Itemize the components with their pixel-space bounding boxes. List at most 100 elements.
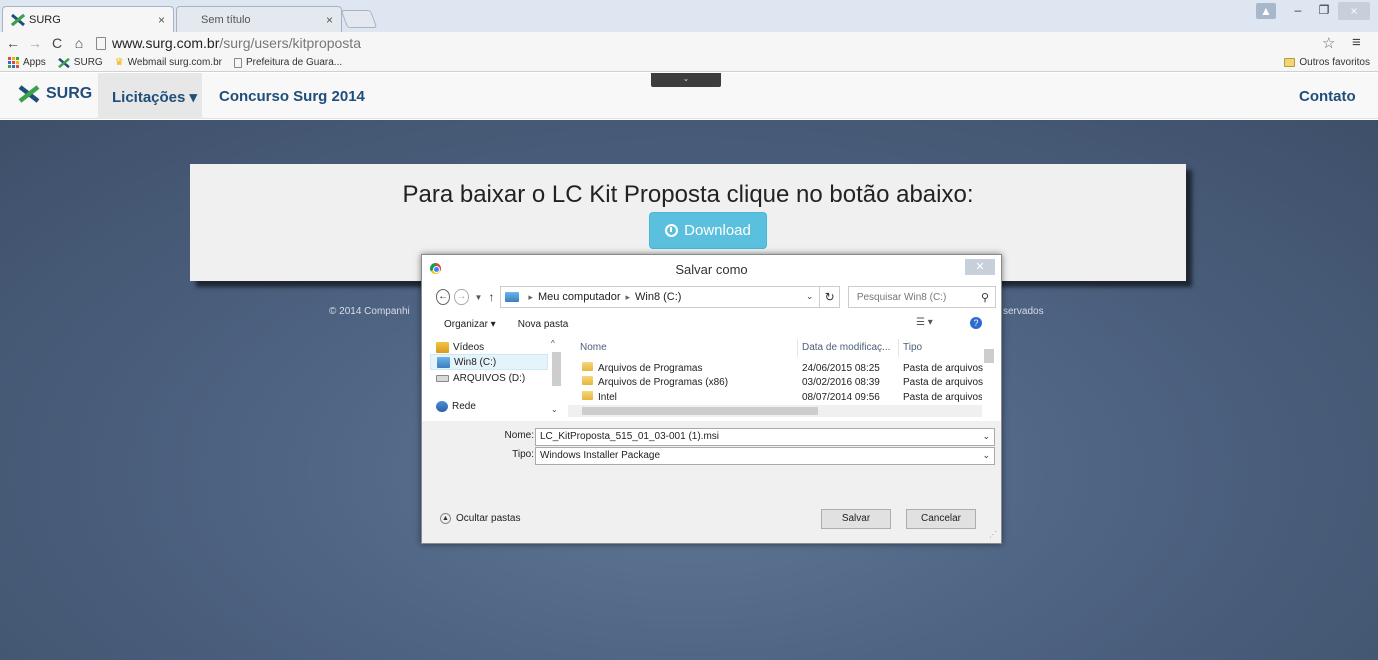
bookmark-label: SURG [73,57,103,68]
file-list-vscrollbar[interactable] [982,339,996,405]
path-bar[interactable]: ▸ Meu computador ▸ Win8 (C:) ⌄ [500,286,821,308]
nav-item-label: Vídeos [453,341,485,353]
chevron-down-icon[interactable]: ⌄ [806,291,814,302]
search-icon[interactable]: ⚲ [981,291,989,304]
reload-icon[interactable]: C [48,35,66,51]
help-icon[interactable]: ? [970,317,982,329]
file-list: Nome Data de modificaç... Tipo Arquivos … [568,339,998,417]
bookmark-webmail[interactable]: ♛ Webmail surg.com.br [115,57,222,68]
address-bar[interactable]: www.surg.com.br/surg/users/kitproposta [96,35,361,51]
organize-menu[interactable]: Organizar ▾ [444,319,496,330]
forward-icon[interactable]: → [454,289,469,305]
brand-logo[interactable]: SURG [18,85,92,103]
column-header-type[interactable]: Tipo [903,339,922,357]
new-tab-button[interactable] [340,10,378,28]
dialog-close-button[interactable]: ✕ [965,259,995,275]
breadcrumb-computer[interactable]: Meu computador [538,291,621,303]
videos-folder-icon [436,341,449,353]
download-icon [665,224,679,237]
crown-icon: ♛ [114,57,124,68]
filename-row: Nome: LC_KitProposta_515_01_03-001 (1).m… [422,428,1001,446]
scroll-up-icon[interactable]: ^ [551,339,555,348]
new-folder-button[interactable]: Nova pasta [518,319,569,330]
nav-item-videos[interactable]: Vídeos [430,339,548,355]
dialog-titlebar: Salvar como ✕ [422,255,1001,283]
nav-item-arquivos[interactable]: ARQUIVOS (D:) [430,370,548,386]
collapse-toggle[interactable]: ⌄ [651,73,721,87]
back-icon[interactable]: ← [436,289,451,305]
download-button[interactable]: Download [649,212,767,249]
chevron-down-icon[interactable]: ⌄ [982,450,990,461]
menu-icon[interactable]: ≡ [1352,34,1361,51]
up-folder-icon[interactable]: ↑ [488,290,494,304]
bookmarks-bar: Apps SURG ♛ Webmail surg.com.br Prefeitu… [0,54,1378,72]
bookmark-label: Prefeitura de Guara... [245,57,343,68]
tab-title: SURG [29,13,61,26]
nav-item-label: ARQUIVOS (D:) [453,372,526,384]
tab-surg[interactable]: SURG × [2,6,174,32]
download-label: Download [684,222,751,239]
recent-locations-icon[interactable]: ▼ [475,293,483,302]
bookmark-surg[interactable]: SURG [57,57,103,68]
breadcrumb-drive[interactable]: Win8 (C:) [635,291,681,303]
filetype-select[interactable]: Windows Installer Package ⌄ [535,447,995,465]
nav-item-win8[interactable]: Win8 (C:) [430,354,548,370]
search-input[interactable]: Pesquisar Win8 (C:) ⚲ [847,286,997,308]
file-row[interactable]: Arquivos de Programas (x86) 03/02/2016 0… [568,376,984,390]
bookmark-prefeitura[interactable]: Prefeitura de Guara... [233,57,343,68]
filename-value: LC_KitProposta_515_01_03-001 (1).msi [540,431,719,442]
resize-grip-icon[interactable]: ⋰ [989,530,997,539]
scroll-thumb[interactable] [582,407,818,415]
nav-item-rede[interactable]: Rede [430,398,548,414]
nav-pane-scrollbar[interactable]: ^ ⌄ [550,339,562,415]
scroll-down-icon[interactable]: ⌄ [551,405,558,414]
surg-favicon-icon [57,57,70,68]
scroll-thumb[interactable] [984,349,994,363]
drive-icon [437,356,450,368]
folder-icon [582,391,593,400]
nav-licitacoes[interactable]: Licitações ▾ [98,73,202,119]
bookmark-label: Webmail surg.com.br [127,57,222,68]
forward-icon[interactable]: → [26,35,44,51]
other-bookmarks[interactable]: Outros favoritos [1284,57,1370,68]
tab-close-icon[interactable]: × [326,13,333,27]
user-profile-icon[interactable]: ▲ [1256,3,1276,19]
home-icon[interactable]: ⌂ [70,35,88,51]
save-button[interactable]: Salvar [821,509,891,529]
refresh-icon[interactable]: ↻ [820,286,840,308]
browser-toolbar: ← → C ⌂ www.surg.com.br/surg/users/kitpr… [0,32,1378,54]
bookmark-apps[interactable]: Apps [8,57,46,68]
hard-drive-icon [436,374,449,382]
file-row[interactable]: Arquivos de Programas 24/06/2015 08:25 P… [568,362,983,376]
minimize-button[interactable]: – [1286,0,1310,20]
column-header-name[interactable]: Nome [580,339,607,357]
column-divider[interactable] [797,339,798,357]
filetype-row: Tipo: Windows Installer Package ⌄ [422,447,1001,465]
chevron-right-icon: ▸ [528,291,533,302]
tab-close-icon[interactable]: × [158,13,165,27]
filename-field[interactable]: LC_KitProposta_515_01_03-001 (1).msi ⌄ [535,428,995,446]
maximize-button[interactable]: ❐ [1312,0,1336,20]
view-options-icon[interactable]: ☰ ▾ [916,317,933,328]
back-icon[interactable]: ← [4,35,22,51]
file-name: Arquivos de Programas (x86) [598,377,729,388]
cancel-button[interactable]: Cancelar [906,509,976,529]
page-icon [233,57,242,68]
close-window-button[interactable]: × [1338,2,1370,20]
nav-contato[interactable]: Contato [1299,88,1356,105]
scroll-thumb[interactable] [552,352,561,386]
apps-icon [8,57,19,68]
tab-sem-titulo[interactable]: Sem título × [176,6,342,32]
file-list-hscrollbar[interactable] [568,405,982,417]
surg-favicon-icon [11,13,25,26]
chevron-down-icon[interactable]: ⌄ [982,431,990,442]
nav-concurso[interactable]: Concurso Surg 2014 [219,88,365,105]
hide-folders-toggle[interactable]: ▲ Ocultar pastas [440,513,520,524]
file-type: Pasta de arquivos [903,377,984,388]
column-divider[interactable] [898,339,899,357]
file-row[interactable]: Intel 08/07/2014 09:56 Pasta de arquivos [568,391,982,404]
column-header-date[interactable]: Data de modificaç... [802,339,890,357]
hide-folders-label: Ocultar pastas [456,513,521,524]
bookmark-star-icon[interactable]: ☆ [1322,34,1335,52]
tab-title: Sem título [201,13,251,26]
